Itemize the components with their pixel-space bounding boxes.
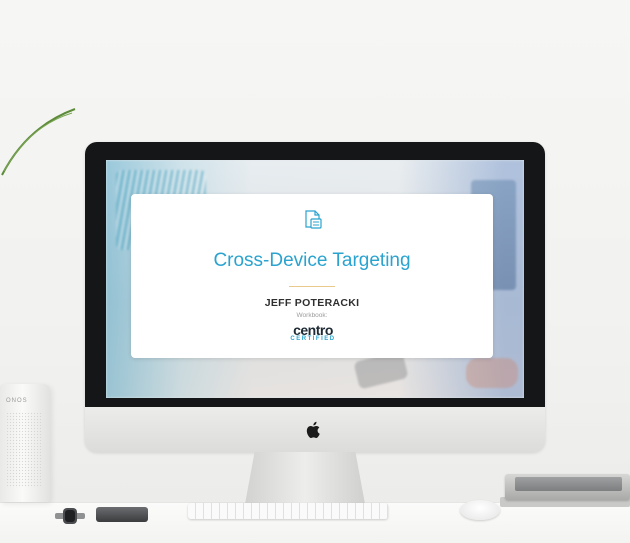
title-card: Cross-Device Targeting JEFF POTERACKI Wo… [131,194,493,358]
background-blur-shape [466,358,518,388]
monitor-bezel: Cross-Device Targeting JEFF POTERACKI Wo… [85,142,545,407]
tablet-screen [515,477,622,491]
speaker-grille [6,412,42,488]
author-name: JEFF POTERACKI [264,297,360,309]
speaker-logo: ONOS [6,398,28,404]
presentation-title: Cross-Device Targeting [213,250,411,271]
mouse [460,500,500,520]
apple-logo-icon [306,421,320,438]
centro-logo: centro CERTIFIED [283,322,343,348]
monitor-stand [245,452,365,504]
speaker: ONOS [0,384,50,502]
smartwatch-icon [55,508,85,524]
monitor: Cross-Device Targeting JEFF POTERACKI Wo… [85,142,545,452]
title-divider [289,286,335,287]
tablet [505,474,630,500]
brand-subtitle: CERTIFIED [290,336,336,342]
plant-leaf-icon [1,108,76,176]
monitor-chin [85,407,545,452]
workbook-label: Workbook: [296,312,328,319]
smartphone [96,507,148,522]
desk-scene: ONOS Cross-Device Targeting JEFF POTERAC… [0,0,630,543]
keyboard [188,503,388,519]
document-icon [305,210,322,229]
monitor-screen[interactable]: Cross-Device Targeting JEFF POTERACKI Wo… [106,160,524,398]
